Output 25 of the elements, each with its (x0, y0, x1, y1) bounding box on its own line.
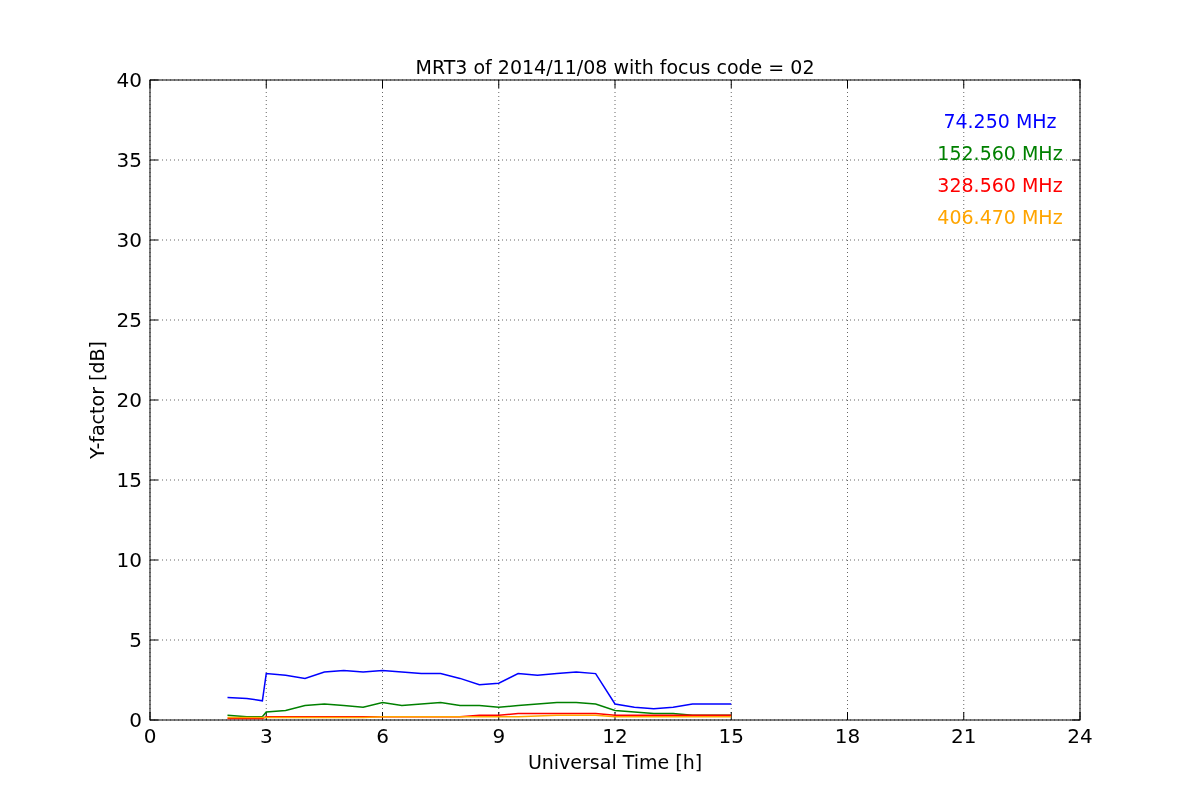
legend-label: 74.250 MHz (943, 110, 1057, 132)
tick-label: 6 (376, 724, 389, 748)
tick-label: 0 (129, 708, 142, 732)
tick-label: 40 (116, 68, 142, 92)
tick-label: 3 (259, 724, 273, 748)
chart-title: MRT3 of 2014/11/08 with focus code = 02 (415, 56, 815, 78)
x-axis-label: Universal Time [h] (527, 751, 703, 773)
legend-label: 406.470 MHz (937, 206, 1063, 228)
y-axis-label: Y-factor [dB] (86, 341, 108, 459)
tick-label: 18 (834, 724, 861, 748)
tick-label: 5 (129, 628, 142, 652)
tick-label: 15 (718, 724, 744, 748)
tick-label: 15 (116, 468, 142, 492)
tick-label: 25 (116, 308, 142, 332)
tick-label: 30 (116, 228, 142, 252)
tick-label: 12 (602, 724, 628, 748)
tick-label: 24 (1067, 724, 1093, 748)
tick-label: 9 (492, 724, 506, 748)
legend-label: 152.560 MHz (937, 142, 1063, 164)
tick-label: 20 (116, 388, 142, 412)
legend-label: 328.560 MHz (937, 174, 1063, 196)
tick-label: 0 (143, 724, 157, 748)
tick-label: 10 (116, 548, 142, 572)
tick-label: 21 (951, 724, 977, 748)
tick-label: 35 (116, 148, 142, 172)
